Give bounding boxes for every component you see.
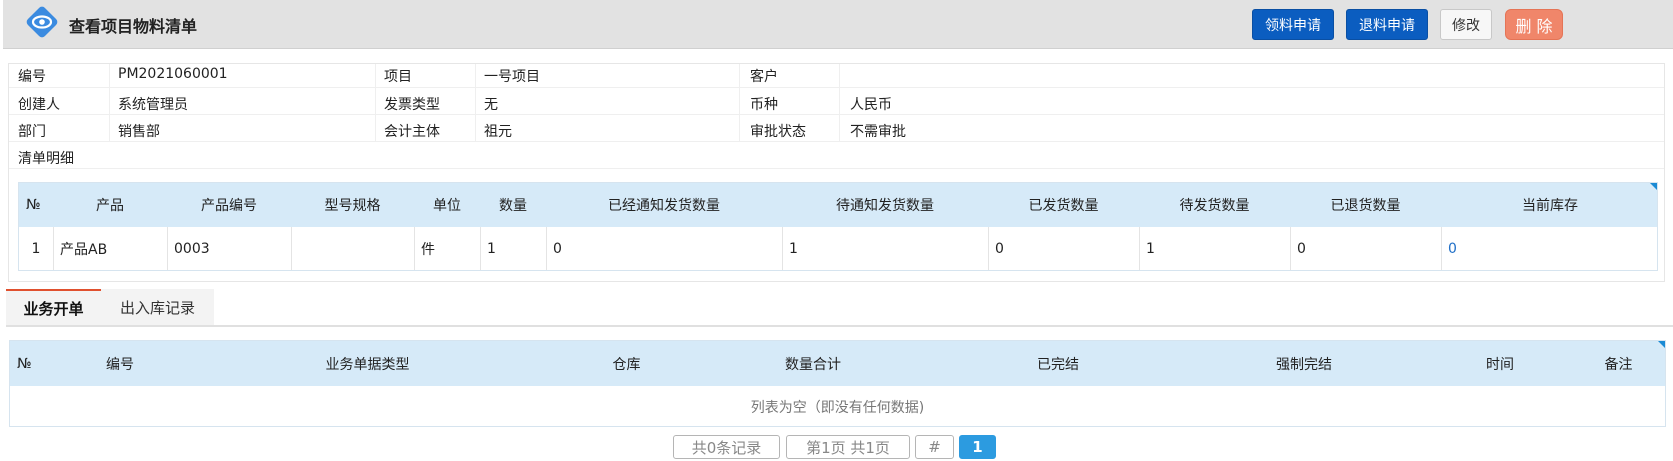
col-divider <box>839 64 840 141</box>
resize-corner-icon[interactable] <box>1658 341 1665 348</box>
cell-pending-ship-qty: 1 <box>1139 227 1290 270</box>
detail-col-model-spec: 型号规格 <box>324 198 381 214</box>
cell-product: 产品AB <box>53 227 167 270</box>
resize-corner-icon[interactable] <box>1650 183 1657 190</box>
tab-stock-records[interactable]: 出入库记录 <box>101 289 214 326</box>
creator-label: 创建人 <box>18 97 60 113</box>
orders-col-warehouse: 仓库 <box>612 356 641 373</box>
currency-value: 人民币 <box>850 97 892 113</box>
cell-current-stock-link[interactable]: 0 <box>1441 227 1658 270</box>
orders-col-completed: 已完结 <box>1037 356 1079 373</box>
cell-shipped-qty: 0 <box>988 227 1139 270</box>
department-value: 销售部 <box>118 124 160 140</box>
code-label: 编号 <box>18 69 46 85</box>
cell-notified-qty: 0 <box>546 227 782 270</box>
detail-col-notified-qty: 已经通知发货数量 <box>608 198 720 214</box>
row-divider <box>9 141 1664 142</box>
edit-button[interactable]: 修改 <box>1440 9 1492 40</box>
detail-col-product: 产品 <box>96 198 124 214</box>
orders-col-index: № <box>17 355 32 372</box>
detail-col-returned-qty: 已退货数量 <box>1330 198 1401 214</box>
cell-returned-qty: 0 <box>1290 227 1441 270</box>
pager-page-info: 第1页 共1页 <box>786 435 910 459</box>
table-row[interactable]: 1 产品AB 0003 件 1 0 1 0 1 0 0 <box>19 227 1657 270</box>
info-panel: 编号 PM2021060001 项目 一号项目 客户 创建人 系统管理员 发票类… <box>8 63 1665 282</box>
detail-col-unit: 单位 <box>433 198 461 214</box>
detail-col-pending-ship-qty: 待发货数量 <box>1179 198 1250 214</box>
orders-table-header: № 编号 业务单据类型 仓库 数量合计 已完结 强制完结 时间 备注 <box>10 341 1665 386</box>
orders-col-time: 时间 <box>1486 356 1514 373</box>
accounting-entity-value: 祖元 <box>484 124 512 140</box>
detail-col-index: № <box>26 197 41 213</box>
invoice-type-label: 发票类型 <box>384 97 440 113</box>
cell-index: 1 <box>31 240 41 257</box>
pager-current-page[interactable]: 1 <box>959 435 996 459</box>
orders-col-force-completed: 强制完结 <box>1276 356 1332 373</box>
eye-logo-icon <box>26 6 58 38</box>
tab-business-orders[interactable]: 业务开单 <box>6 289 101 326</box>
orders-col-remark: 备注 <box>1604 356 1633 373</box>
col-divider <box>109 64 110 141</box>
col-divider <box>475 64 476 141</box>
currency-label: 币种 <box>750 97 778 113</box>
orders-col-doc-type: 业务单据类型 <box>325 356 410 373</box>
orders-col-qty-total: 数量合计 <box>785 356 841 373</box>
department-label: 部门 <box>18 124 46 140</box>
cell-unit: 件 <box>414 227 480 270</box>
col-divider <box>739 64 740 141</box>
orders-table: № 编号 业务单据类型 仓库 数量合计 已完结 强制完结 时间 备注 列表为空（… <box>9 340 1666 427</box>
cell-pending-notify-qty: 1 <box>782 227 988 270</box>
detail-col-shipped-qty: 已发货数量 <box>1028 198 1099 214</box>
approval-status-value: 不需审批 <box>850 124 906 140</box>
delete-button[interactable]: 删 除 <box>1505 9 1563 40</box>
project-value: 一号项目 <box>484 69 540 85</box>
row-divider <box>9 168 1664 169</box>
pager-total-records: 共0条记录 <box>673 435 780 459</box>
detail-col-current-stock: 当前库存 <box>1522 198 1578 214</box>
customer-label: 客户 <box>750 69 778 85</box>
page-header: 查看项目物料清单 领料申请 退料申请 修改 删 除 <box>3 0 1673 49</box>
tabs-divider <box>6 325 1673 327</box>
pager-jump-button[interactable]: # <box>915 435 954 459</box>
page-title: 查看项目物料清单 <box>69 17 198 36</box>
detail-table-header: № 产品 产品编号 型号规格 单位 数量 已经通知发货数量 待通知发货数量 已发… <box>19 183 1657 227</box>
code-value: PM2021060001 <box>118 66 228 82</box>
creator-value: 系统管理员 <box>118 97 188 113</box>
accounting-entity-label: 会计主体 <box>384 124 440 140</box>
invoice-type-value: 无 <box>484 97 498 113</box>
detail-table: № 产品 产品编号 型号规格 单位 数量 已经通知发货数量 待通知发货数量 已发… <box>18 182 1658 271</box>
detail-section-label: 清单明细 <box>18 151 74 167</box>
detail-col-quantity: 数量 <box>499 198 527 214</box>
project-label: 项目 <box>384 69 412 85</box>
cell-product-code: 0003 <box>167 227 291 270</box>
detail-col-product-code: 产品编号 <box>201 198 257 214</box>
approval-status-label: 审批状态 <box>750 124 806 140</box>
empty-list-message: 列表为空（即没有任何数据) <box>750 400 925 416</box>
cell-quantity: 1 <box>480 227 546 270</box>
orders-col-code: 编号 <box>106 356 134 373</box>
material-request-button[interactable]: 领料申请 <box>1252 9 1334 40</box>
detail-col-pending-notify-qty: 待通知发货数量 <box>836 198 934 214</box>
cell-model-spec <box>291 227 414 270</box>
row-divider <box>9 87 1664 88</box>
material-return-button[interactable]: 退料申请 <box>1346 9 1428 40</box>
row-divider <box>9 114 1664 115</box>
col-divider <box>375 64 376 141</box>
